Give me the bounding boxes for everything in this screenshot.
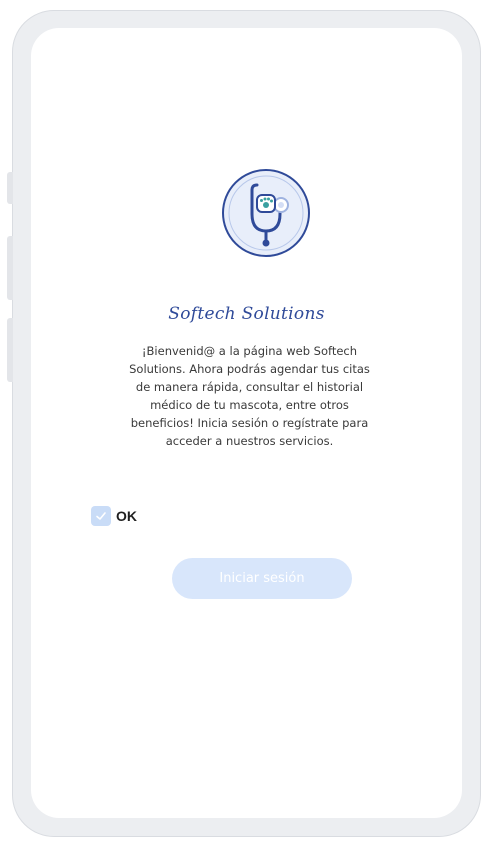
side-button [7, 318, 13, 382]
welcome-line: acceder a nuestros servicios. [165, 434, 334, 448]
ok-checkbox[interactable] [91, 506, 111, 526]
welcome-line: ¡Bienvenid@ a la página web Softech [141, 344, 358, 358]
login-button[interactable]: Iniciar sesión [172, 558, 352, 599]
side-button [7, 236, 13, 300]
welcome-message: ¡Bienvenid@ a la página web Softech Solu… [111, 342, 388, 450]
ok-label: OK [116, 508, 137, 524]
brand-name: Softech Solutions [168, 304, 325, 324]
side-button [7, 172, 13, 204]
welcome-line: Solutions. Ahora podrás agendar tus cita… [129, 362, 370, 376]
welcome-line: beneficios! Inicia sesión o regístrate p… [130, 416, 369, 430]
checkmark-icon [96, 512, 106, 520]
welcome-line: de manera rápida, consultar el historial [135, 380, 364, 394]
ok-checkbox-row[interactable]: OK [91, 506, 137, 526]
welcome-line: médico de tu mascota, entre otros [150, 398, 349, 412]
phone-screen: Softech Solutions ¡Bienvenid@ a la págin… [31, 28, 462, 818]
stethoscope-paw-icon [222, 169, 310, 257]
